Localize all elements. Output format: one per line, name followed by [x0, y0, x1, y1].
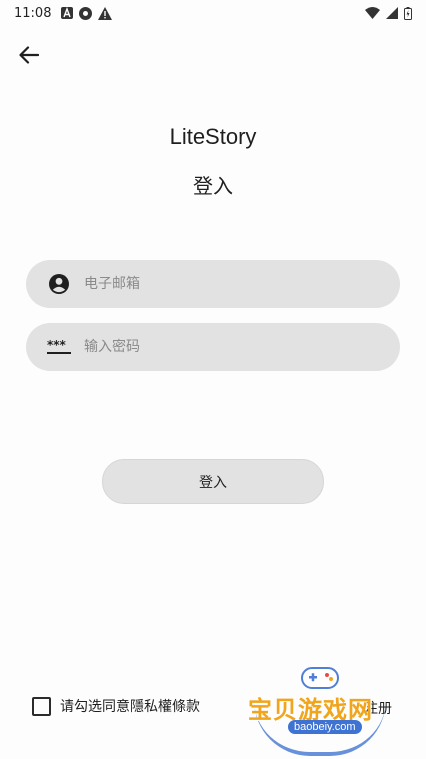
account-circle-icon: [46, 271, 72, 297]
password-icon: ***: [46, 334, 72, 360]
email-field[interactable]: [26, 260, 400, 308]
privacy-agree[interactable]: 请勾选同意隱私權條款: [32, 696, 200, 716]
notification-a-icon: [61, 7, 74, 19]
status-bar: 11:08: [0, 0, 426, 26]
page-title: 登入: [193, 174, 233, 198]
back-button[interactable]: [14, 40, 44, 70]
app-name: LiteStory: [169, 124, 257, 149]
privacy-agree-label: 请勾选同意隱私權條款: [60, 699, 200, 715]
battery-icon: [404, 6, 412, 20]
password-field[interactable]: ***: [26, 323, 400, 371]
system-icons: [365, 6, 412, 20]
notification-icons: [61, 6, 113, 20]
watermark-logo: 宝贝游戏网 baobeiy.com: [248, 662, 398, 756]
notification-app-icon: [79, 6, 93, 20]
login-button[interactable]: 登入: [102, 459, 324, 504]
status-time: 11:08: [14, 5, 52, 21]
signal-icon: [386, 7, 398, 19]
gamepad-icon: [301, 667, 339, 689]
privacy-checkbox[interactable]: [32, 696, 51, 716]
warning-icon: [98, 6, 113, 20]
wifi-icon: [365, 7, 380, 19]
arrow-left-icon: [19, 46, 39, 64]
watermark-url: baobeiy.com: [288, 720, 362, 734]
email-input[interactable]: [82, 275, 366, 293]
password-input[interactable]: [82, 338, 366, 356]
svg-text:***: ***: [47, 339, 67, 352]
